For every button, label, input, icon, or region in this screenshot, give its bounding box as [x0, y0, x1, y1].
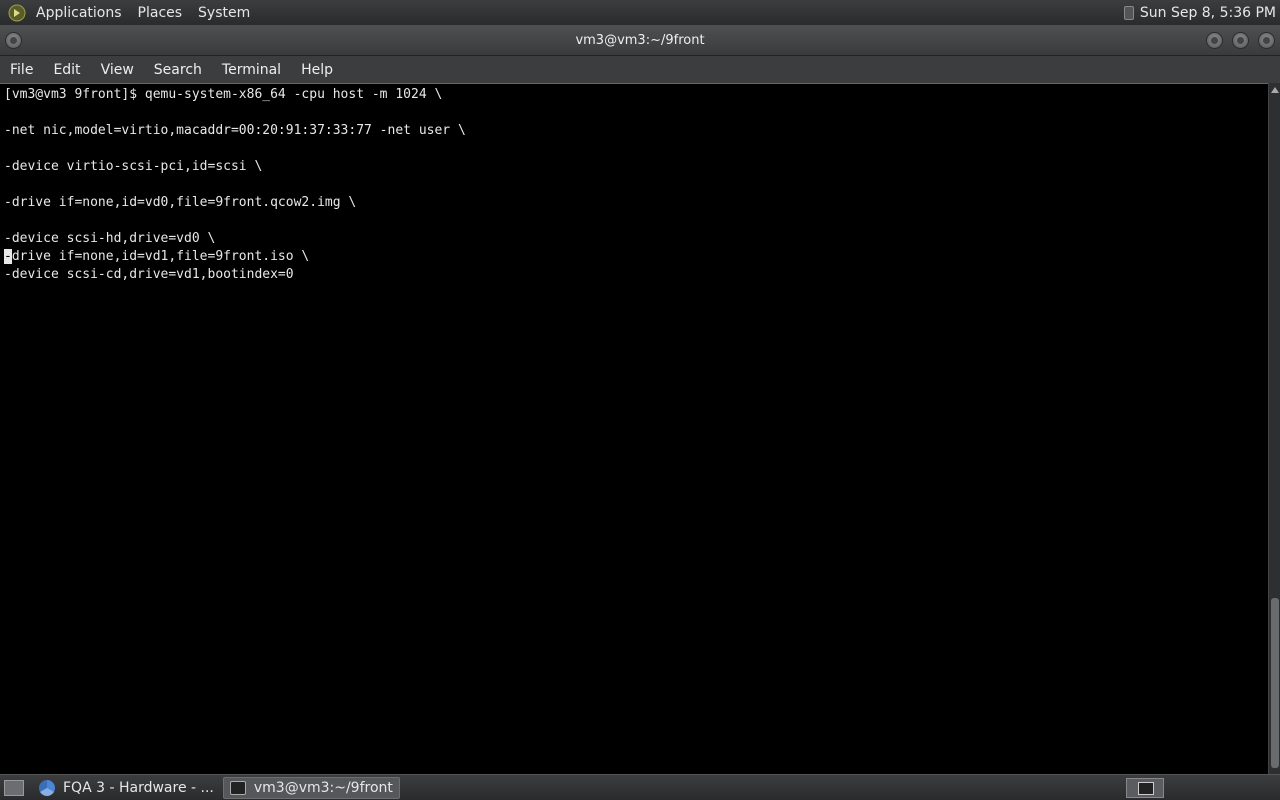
terminal-line: -drive if=none,id=vd0,file=9front.qcow2.…	[4, 195, 357, 210]
panel-applet-icon	[1123, 5, 1134, 20]
terminal-line: [vm3@vm3 9front]$ qemu-system-x86_64 -cp…	[4, 87, 443, 102]
terminal-line: -device virtio-scsi-pci,id=scsi \	[4, 159, 263, 174]
terminal-output: [vm3@vm3 9front]$ qemu-system-x86_64 -cp…	[4, 86, 466, 284]
panel-menus: Applications Places System	[0, 0, 258, 25]
maximize-button[interactable]	[1232, 32, 1249, 49]
window-title: vm3@vm3:~/9front	[575, 32, 705, 48]
menu-search[interactable]: Search	[144, 56, 212, 83]
taskbar-item-label: vm3@vm3:~/9front	[253, 779, 393, 796]
top-panel: Applications Places System Sun Sep 8, 5:…	[0, 0, 1280, 25]
menu-help[interactable]: Help	[291, 56, 343, 83]
minimize-button[interactable]	[1206, 32, 1223, 49]
chrome-icon	[39, 779, 55, 796]
taskbar-item-label: FQA 3 - Hardware - ...	[63, 779, 214, 796]
scrollbar-thumb[interactable]	[1271, 598, 1279, 768]
window-titlebar[interactable]: vm3@vm3:~/9front	[0, 25, 1280, 56]
applications-menu[interactable]: Applications	[28, 0, 130, 25]
clock[interactable]: Sun Sep 8, 5:36 PM	[1123, 0, 1276, 25]
taskbar-item-browser[interactable]: FQA 3 - Hardware - ...	[32, 777, 221, 799]
clock-text: Sun Sep 8, 5:36 PM	[1139, 4, 1276, 21]
taskbar-item-terminal[interactable]: vm3@vm3:~/9front	[222, 776, 400, 799]
text-cursor: -	[4, 249, 12, 264]
terminal-line: -net nic,model=virtio,macaddr=00:20:91:3…	[4, 123, 466, 138]
window-menu-button[interactable]	[5, 32, 22, 49]
terminal-line-cursor: -drive if=none,id=vd1,file=9front.iso \	[4, 248, 466, 266]
menu-edit[interactable]: Edit	[43, 56, 90, 83]
terminal-line: -device scsi-cd,drive=vd1,bootindex=0	[4, 267, 294, 282]
terminal-line: -device scsi-hd,drive=vd0 \	[4, 231, 216, 246]
menu-view[interactable]: View	[91, 56, 144, 83]
menu-file[interactable]: File	[0, 56, 43, 83]
terminal-area[interactable]: [vm3@vm3 9front]$ qemu-system-x86_64 -cp…	[0, 83, 1268, 774]
gnome-foot-icon[interactable]	[6, 2, 28, 24]
workspace-switcher[interactable]	[1126, 778, 1164, 798]
places-menu[interactable]: Places	[130, 0, 191, 25]
close-button[interactable]	[1258, 32, 1275, 49]
terminal-icon	[229, 780, 246, 795]
terminal-line-text: drive if=none,id=vd1,file=9front.iso \	[11, 249, 310, 264]
show-desktop-icon[interactable]	[4, 779, 24, 796]
system-menu[interactable]: System	[190, 0, 258, 25]
scroll-up-arrow-icon[interactable]	[1271, 87, 1279, 93]
terminal-menubar: File Edit View Search Terminal Help	[0, 56, 1280, 83]
terminal-scrollbar[interactable]	[1268, 83, 1280, 774]
bottom-taskbar: FQA 3 - Hardware - ... vm3@vm3:~/9front	[0, 774, 1280, 800]
menu-terminal[interactable]: Terminal	[212, 56, 291, 83]
